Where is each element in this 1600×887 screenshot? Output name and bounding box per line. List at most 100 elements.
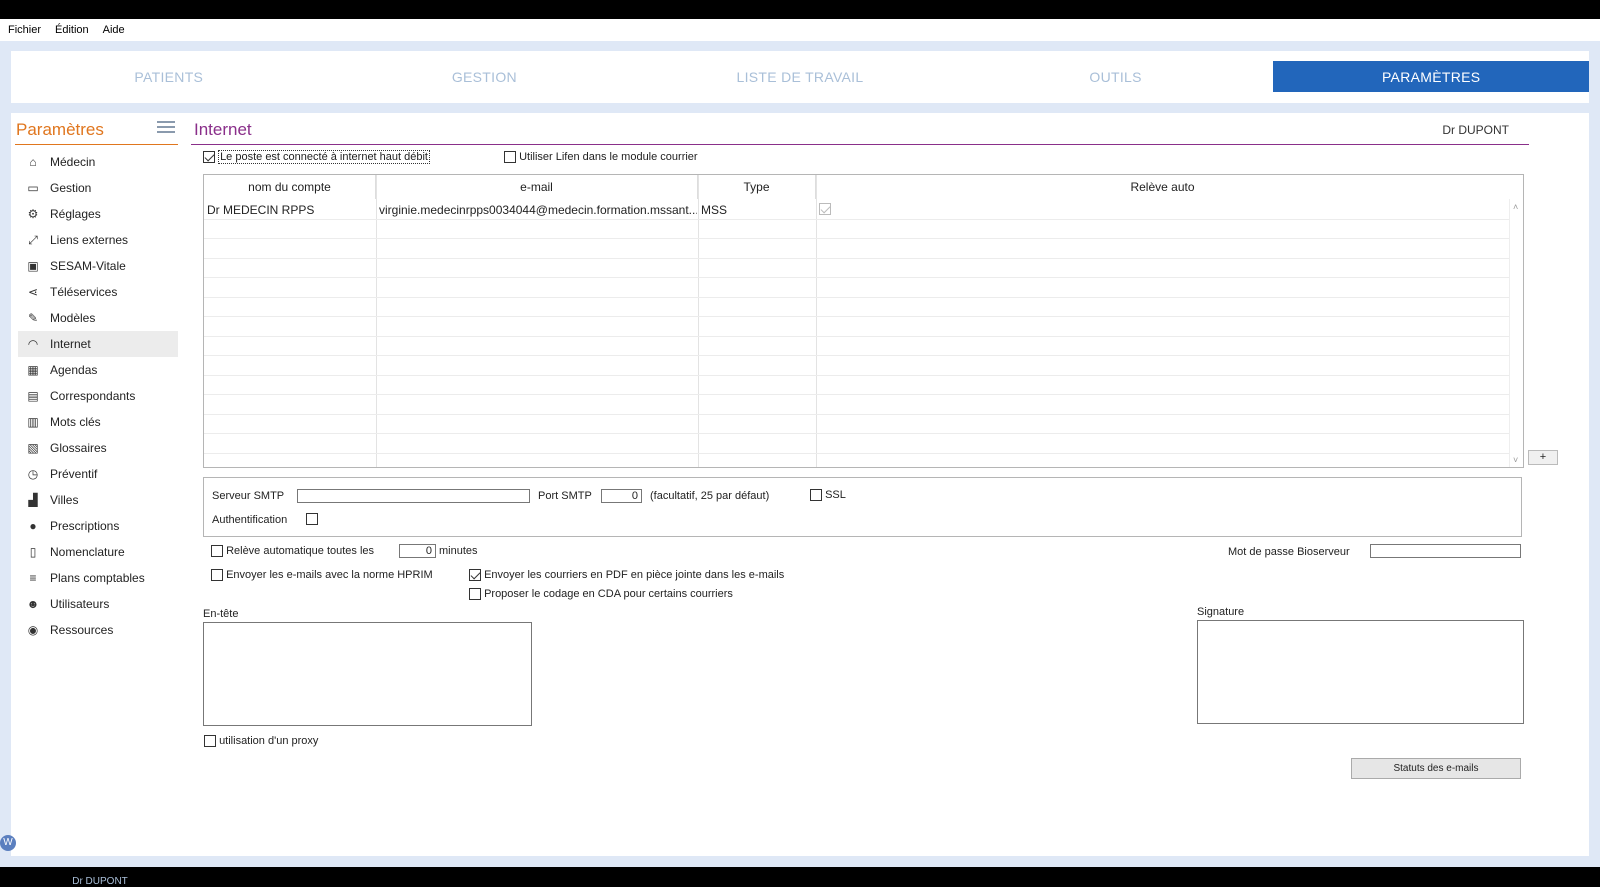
hamburger-menu-icon[interactable] [157, 121, 175, 134]
column-header-auto[interactable]: Relève auto [816, 175, 1509, 199]
ssl-label[interactable]: SSL [825, 489, 846, 501]
sidebar-item-utilisateurs[interactable]: ☻ Utilisateurs [18, 591, 178, 617]
sidebar-item-internet[interactable]: ◠ Internet [18, 331, 178, 357]
sidebar-item-liens-externes[interactable]: ⤢ Liens externes [18, 227, 178, 253]
sidebar-item-label: Gestion [50, 181, 92, 195]
sidebar-item-villes[interactable]: ▟ Villes [18, 487, 178, 513]
lifen-label[interactable]: Utiliser Lifen dans le module courrier [519, 151, 698, 163]
auto-fetch-checkbox[interactable] [211, 545, 223, 558]
top-navigation: PATIENTS GESTION LISTE DE TRAVAIL OUTILS… [11, 51, 1589, 103]
sidebar-item-plans-comptables[interactable]: ≡ Plans comptables [18, 565, 178, 591]
sidebar-item-label: Correspondants [50, 389, 136, 403]
sidebar-item-medecin[interactable]: ⌂ Médecin [18, 149, 178, 175]
cda-option: Proposer le codage en CDA pour certains … [469, 588, 733, 601]
sidebar-item-modeles[interactable]: ✎ Modèles [18, 305, 178, 331]
sidebar-item-nomenclature[interactable]: ▯ Nomenclature [18, 539, 178, 565]
email-status-button[interactable]: Statuts des e-mails [1351, 758, 1521, 779]
column-header-account[interactable]: nom du compte [204, 175, 376, 199]
column-header-email[interactable]: e-mail [376, 175, 698, 199]
sidebar-item-label: Réglages [50, 207, 101, 221]
auto-fetch-row-checkbox[interactable] [819, 203, 831, 216]
lifen-option: Utiliser Lifen dans le module courrier [504, 151, 698, 164]
app-logo-icon: W [0, 835, 16, 851]
menu-edition[interactable]: Édition [55, 24, 89, 36]
sidebar-item-reglages[interactable]: ⚙ Réglages [18, 201, 178, 227]
bar-chart-icon: ▥ [27, 415, 39, 429]
auto-fetch-minutes-input[interactable]: 0 [399, 544, 436, 558]
main-panel: Internet Dr DUPONT Le poste est connecté… [189, 113, 1589, 856]
tab-parametres[interactable]: PARAMÈTRES [1273, 61, 1589, 92]
home-icon: ⌂ [29, 155, 37, 169]
tab-patients[interactable]: PATIENTS [11, 61, 327, 92]
bioserveur-password-input[interactable] [1370, 544, 1521, 558]
proxy-checkbox[interactable] [204, 735, 216, 748]
sidebar-item-label: Téléservices [50, 285, 118, 299]
highspeed-label[interactable]: Le poste est connecté à internet haut dé… [218, 150, 430, 164]
sidebar-item-sesam-vitale[interactable]: ▣ SESAM-Vitale [18, 253, 178, 279]
table-row-line [204, 452, 1509, 454]
sidebar-item-correspondants[interactable]: ▤ Correspondants [18, 383, 178, 409]
sidebar-item-label: Préventif [50, 467, 98, 481]
hprim-checkbox[interactable] [211, 569, 223, 582]
smtp-port-hint: (facultatif, 25 par défaut) [650, 490, 770, 502]
cell-account[interactable]: Dr MEDECIN RPPS [207, 203, 375, 217]
auth-option [306, 513, 318, 526]
title-divider [191, 144, 1529, 145]
highspeed-checkbox[interactable] [203, 151, 215, 164]
cell-auto[interactable] [819, 203, 831, 216]
cell-email[interactable]: virginie.medecinrpps0034044@medecin.form… [379, 203, 697, 217]
cda-checkbox[interactable] [469, 588, 481, 601]
tab-liste-de-travail[interactable]: LISTE DE TRAVAIL [642, 61, 958, 92]
table-scrollbar[interactable]: ˄ ˅ [1509, 199, 1523, 467]
sidebar-item-glossaires[interactable]: ▧ Glossaires [18, 435, 178, 461]
car-icon: ◉ [27, 623, 39, 637]
table-row-line [204, 296, 1509, 298]
gears-icon: ⚙ [27, 207, 39, 221]
header-label: En-tête [203, 608, 239, 620]
smtp-port-label: Port SMTP [538, 490, 592, 502]
lifen-checkbox[interactable] [504, 151, 516, 164]
smtp-server-input[interactable] [297, 489, 530, 503]
ssl-option: SSL [810, 489, 846, 502]
table-row-line [204, 277, 1509, 278]
hprim-label[interactable]: Envoyer les e-mails avec la norme HPRIM [226, 569, 433, 581]
menu-fichier[interactable]: Fichier [8, 24, 41, 36]
table-row-line [204, 335, 1509, 337]
auth-checkbox[interactable] [306, 513, 318, 526]
signature-textarea[interactable] [1197, 620, 1524, 724]
accounts-table: nom du compte e-mail Type Relève auto Dr… [203, 174, 1524, 468]
clock-icon: ◷ [27, 467, 39, 481]
scroll-down-icon[interactable]: ˅ [1513, 455, 1518, 465]
card-reader-icon: ▣ [27, 259, 39, 273]
add-account-button[interactable]: + [1528, 450, 1558, 465]
cell-type[interactable]: MSS [701, 203, 811, 217]
app-area: PATIENTS GESTION LISTE DE TRAVAIL OUTILS… [0, 41, 1600, 887]
sidebar-item-gestion[interactable]: ▭ Gestion [18, 175, 178, 201]
sidebar-item-mots-cles[interactable]: ▥ Mots clés [18, 409, 178, 435]
pdf-label[interactable]: Envoyer les courriers en PDF en pièce jo… [484, 569, 784, 581]
sidebar-item-preventif[interactable]: ◷ Préventif [18, 461, 178, 487]
proxy-label[interactable]: utilisation d'un proxy [219, 735, 318, 747]
menu-aide[interactable]: Aide [103, 24, 125, 36]
contact-card-icon: ▤ [27, 389, 39, 403]
table-row-line [204, 316, 1509, 317]
smtp-port-input[interactable]: 0 [601, 489, 642, 503]
clipboard-icon: ▧ [27, 441, 39, 455]
scroll-up-icon[interactable]: ˄ [1513, 202, 1518, 212]
column-header-type[interactable]: Type [698, 175, 816, 199]
pdf-checkbox[interactable] [469, 569, 481, 582]
sidebar-item-label: Mots clés [50, 415, 101, 429]
header-textarea[interactable] [203, 622, 532, 726]
sidebar-item-agendas[interactable]: ▦ Agendas [18, 357, 178, 383]
tab-outils[interactable]: OUTILS [958, 61, 1274, 92]
sidebar-item-label: Internet [50, 337, 91, 351]
auto-fetch-label[interactable]: Relève automatique toutes les [226, 545, 374, 557]
cda-label[interactable]: Proposer le codage en CDA pour certains … [484, 588, 733, 600]
sidebar-item-label: Modèles [50, 311, 96, 325]
sidebar-item-prescriptions[interactable]: ● Prescriptions [18, 513, 178, 539]
table-row-line [204, 218, 1509, 220]
tab-gestion[interactable]: GESTION [327, 61, 643, 92]
sidebar-item-teleservices[interactable]: ⋖ Téléservices [18, 279, 178, 305]
ssl-checkbox[interactable] [810, 489, 822, 502]
sidebar-item-ressources[interactable]: ◉ Ressources [18, 617, 178, 643]
